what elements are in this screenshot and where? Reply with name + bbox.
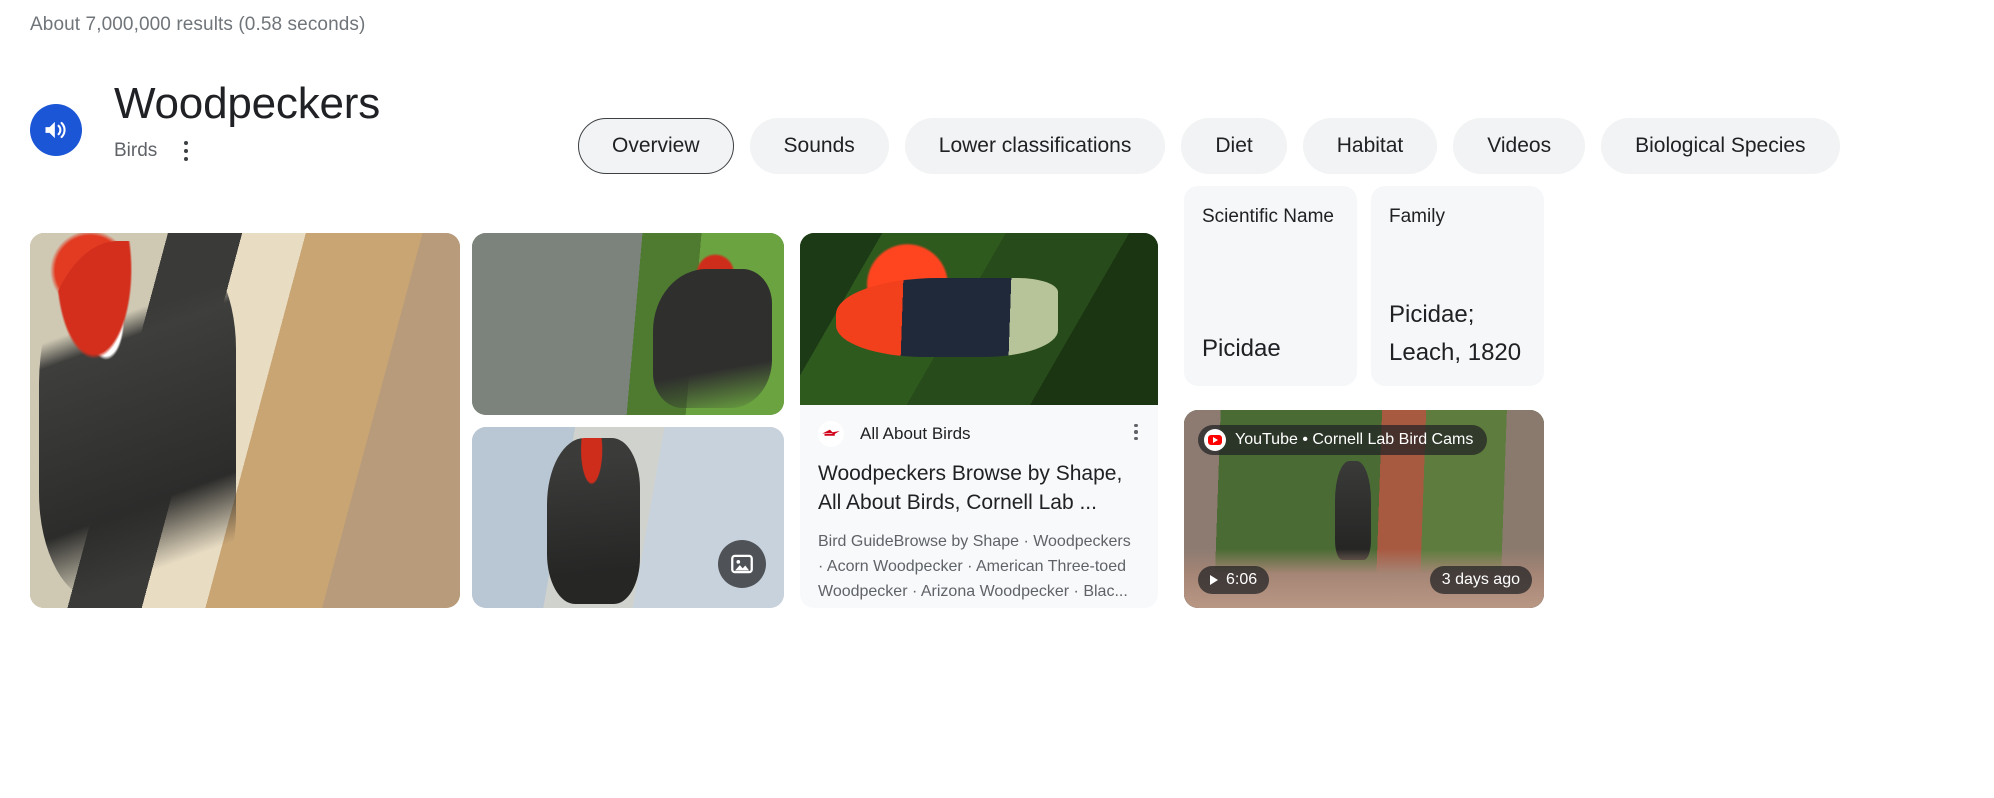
result-source-row: All About Birds xyxy=(818,421,1140,447)
tab-overview[interactable]: Overview xyxy=(578,118,734,174)
video-duration-text: 6:06 xyxy=(1226,571,1258,588)
tab-biological-species[interactable]: Biological Species xyxy=(1601,118,1840,174)
youtube-icon xyxy=(1204,429,1226,451)
tab-videos[interactable]: Videos xyxy=(1453,118,1586,174)
page-title: Woodpeckers xyxy=(114,79,381,128)
result-card-image xyxy=(800,233,1158,405)
fact-card-scientific-name[interactable]: Scientific Name Picidae xyxy=(1184,186,1357,386)
hero-image[interactable] xyxy=(30,233,460,608)
tab-habitat[interactable]: Habitat xyxy=(1302,118,1438,174)
thumbnail-image-bottom[interactable] xyxy=(472,427,784,608)
play-icon xyxy=(1210,575,1218,585)
speaker-volume-icon[interactable] xyxy=(30,104,82,156)
subtitle-row: Birds xyxy=(114,139,380,163)
result-title[interactable]: Woodpeckers Browse by Shape, All About B… xyxy=(818,459,1140,517)
video-source-label: YouTube • Cornell Lab Bird Cams xyxy=(1235,431,1474,448)
more-options-icon[interactable] xyxy=(177,139,195,163)
all-about-birds-favicon xyxy=(818,421,844,447)
result-card-body: All About Birds Woodpeckers Browse by Sh… xyxy=(800,405,1158,604)
result-card[interactable]: All About Birds Woodpeckers Browse by Sh… xyxy=(800,233,1158,608)
results-count: About 7,000,000 results (0.58 seconds) xyxy=(30,14,366,35)
tab-sounds[interactable]: Sounds xyxy=(749,118,889,174)
video-source-pill: YouTube • Cornell Lab Bird Cams xyxy=(1198,425,1488,455)
fact-label: Family xyxy=(1389,206,1445,227)
fact-value: Picidae xyxy=(1202,335,1281,362)
tab-lower-classifications[interactable]: Lower classifications xyxy=(904,118,1166,174)
image-icon[interactable] xyxy=(718,540,766,588)
thumbnail-top-photo xyxy=(472,233,784,415)
result-source-name: All About Birds xyxy=(860,424,971,443)
hero-image-photo xyxy=(30,233,460,608)
video-age-badge: 3 days ago xyxy=(1429,566,1532,594)
result-card-photo xyxy=(800,233,1158,405)
result-description: Bird GuideBrowse by Shape · Woodpeckers … xyxy=(818,533,1131,600)
title-block: Woodpeckers Birds xyxy=(114,78,380,163)
tab-diet[interactable]: Diet xyxy=(1181,118,1287,174)
fact-value: Picidae; Leach, 1820 xyxy=(1389,301,1522,366)
fact-cards: Scientific Name Picidae Family Picidae; … xyxy=(1184,186,1544,386)
fact-label: Scientific Name xyxy=(1202,206,1334,227)
image-gallery xyxy=(30,233,784,608)
fact-card-family[interactable]: Family Picidae; Leach, 1820 xyxy=(1371,186,1544,386)
thumbnail-column xyxy=(472,233,784,608)
video-duration-badge: 6:06 xyxy=(1198,566,1270,594)
thumbnail-image-top[interactable] xyxy=(472,233,784,415)
search-results-page: About 7,000,000 results (0.58 seconds) W… xyxy=(0,0,1994,798)
result-more-options-icon[interactable] xyxy=(1128,421,1144,443)
video-card[interactable]: YouTube • Cornell Lab Bird Cams 6:06 3 d… xyxy=(1184,410,1544,608)
knowledge-panel-tabs: Overview Sounds Lower classifications Di… xyxy=(578,118,1840,174)
page-subtitle: Birds xyxy=(114,140,158,161)
knowledge-panel-header: Woodpeckers Birds xyxy=(30,78,380,163)
